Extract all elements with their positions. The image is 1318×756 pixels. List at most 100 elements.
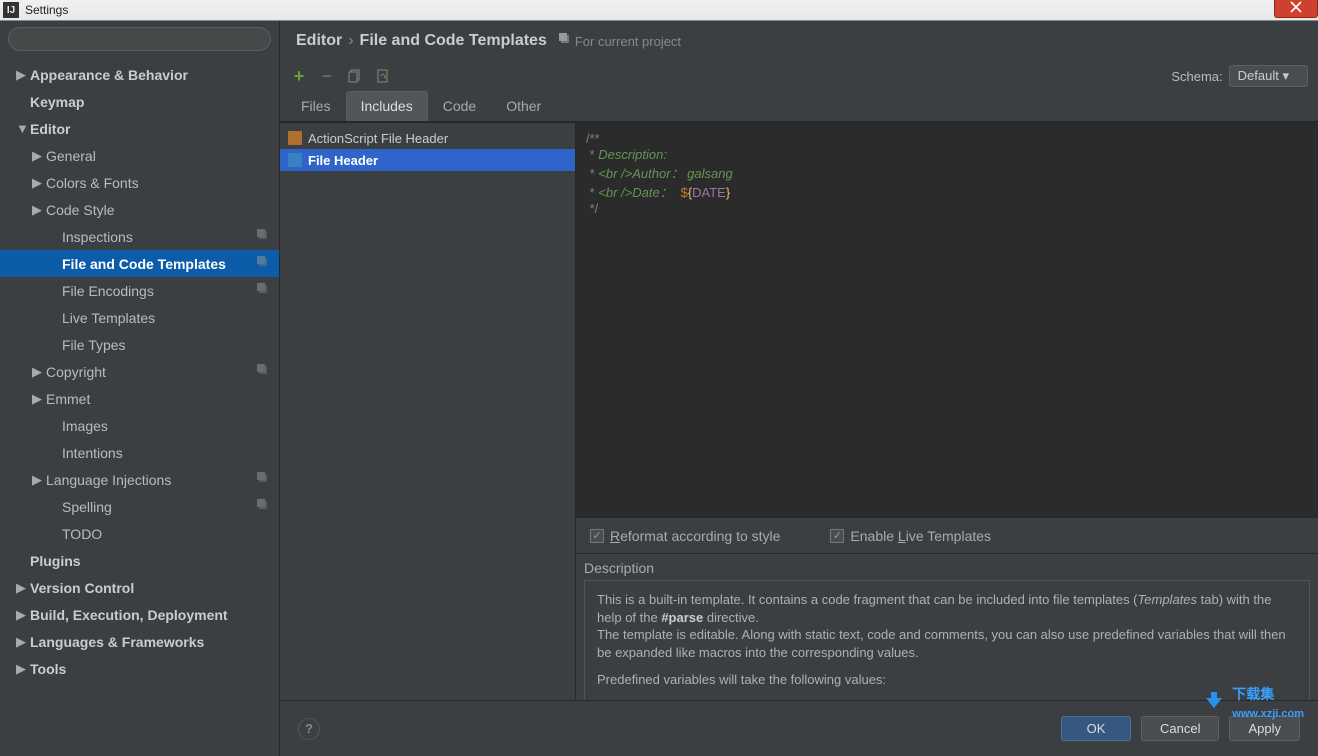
- tree-item[interactable]: ▼Editor: [0, 115, 279, 142]
- tree-item[interactable]: ▶Code Style: [0, 196, 279, 223]
- tree-item-label: TODO: [62, 526, 102, 542]
- tree-item[interactable]: ▶Copyright: [0, 358, 279, 385]
- tree-item-label: Spelling: [62, 499, 112, 515]
- settings-tree: ▶Appearance & BehaviorKeymap▼Editor▶Gene…: [0, 57, 279, 756]
- chevron-icon: ▶: [32, 472, 46, 488]
- cancel-button[interactable]: Cancel: [1141, 716, 1219, 741]
- chevron-icon: ▼: [16, 121, 30, 136]
- window-close-button[interactable]: [1274, 0, 1318, 18]
- tree-item-label: File Encodings: [62, 283, 154, 299]
- tree-item[interactable]: Spelling: [0, 493, 279, 520]
- tree-item[interactable]: ▶Language Injections: [0, 466, 279, 493]
- tree-item-label: Editor: [30, 121, 70, 137]
- chevron-icon: ▶: [16, 607, 30, 623]
- tree-item-label: Inspections: [62, 229, 133, 245]
- chevron-icon: ▶: [16, 580, 30, 596]
- scope-badge-icon: [257, 283, 269, 298]
- chevron-icon: ▶: [32, 202, 46, 218]
- breadcrumb-seg-2: File and Code Templates: [360, 32, 547, 50]
- chevron-icon: ▶: [32, 175, 46, 191]
- ok-button[interactable]: OK: [1061, 716, 1131, 741]
- tree-item[interactable]: Plugins: [0, 547, 279, 574]
- tree-item[interactable]: ▶Colors & Fonts: [0, 169, 279, 196]
- scope-icon: [559, 32, 571, 50]
- tree-item[interactable]: File and Code Templates: [0, 250, 279, 277]
- chevron-icon: ▶: [16, 634, 30, 650]
- reformat-checkbox[interactable]: Reformat according to style: [590, 528, 780, 544]
- tree-item[interactable]: ▶Tools: [0, 655, 279, 682]
- settings-content: Editor › File and Code Templates For cur…: [280, 21, 1318, 756]
- tree-item-label: File Types: [62, 337, 126, 353]
- checkbox-icon: [590, 529, 604, 543]
- tree-item-label: File and Code Templates: [62, 256, 226, 272]
- window-title: Settings: [25, 3, 68, 17]
- tab-code[interactable]: Code: [428, 91, 491, 121]
- template-item-label: ActionScript File Header: [308, 131, 448, 146]
- app-icon: IJ: [3, 2, 19, 18]
- template-list: ActionScript File Header File Header: [280, 123, 576, 756]
- file-icon: [288, 131, 302, 145]
- tree-item[interactable]: File Types: [0, 331, 279, 358]
- remove-template-icon[interactable]: −: [318, 67, 336, 85]
- tree-item-label: Version Control: [30, 580, 134, 596]
- tree-item[interactable]: Inspections: [0, 223, 279, 250]
- tab-includes[interactable]: Includes: [346, 91, 428, 121]
- refresh-template-icon[interactable]: [374, 67, 392, 85]
- tree-item[interactable]: ▶Languages & Frameworks: [0, 628, 279, 655]
- tree-item[interactable]: ▶Build, Execution, Deployment: [0, 601, 279, 628]
- chevron-icon: ▶: [32, 364, 46, 380]
- breadcrumb: Editor › File and Code Templates For cur…: [280, 21, 1318, 61]
- tree-item-label: Plugins: [30, 553, 81, 569]
- tree-item-label: Live Templates: [62, 310, 155, 326]
- tree-item-label: Appearance & Behavior: [30, 67, 188, 83]
- apply-button[interactable]: Apply: [1229, 716, 1300, 741]
- tree-item-label: Colors & Fonts: [46, 175, 139, 191]
- tree-item-label: Build, Execution, Deployment: [30, 607, 228, 623]
- file-icon: [288, 153, 302, 167]
- tree-item-label: General: [46, 148, 96, 164]
- chevron-icon: ▶: [16, 661, 30, 677]
- tree-item-label: Intentions: [62, 445, 123, 461]
- breadcrumb-seg-1: Editor: [296, 32, 342, 50]
- tree-item[interactable]: ▶Emmet: [0, 385, 279, 412]
- chevron-icon: ▶: [32, 148, 46, 164]
- tab-other[interactable]: Other: [491, 91, 556, 121]
- tree-item-label: Copyright: [46, 364, 106, 380]
- template-editor[interactable]: /** * Description: * <br />Author： galsa…: [576, 123, 1318, 517]
- schema-dropdown[interactable]: Default ▾: [1229, 65, 1308, 87]
- settings-sidebar: ▶Appearance & BehaviorKeymap▼Editor▶Gene…: [0, 21, 280, 756]
- tree-item-label: Images: [62, 418, 108, 434]
- scope-badge-icon: [257, 229, 269, 244]
- tree-item-label: Keymap: [30, 94, 84, 110]
- template-item-label: File Header: [308, 153, 378, 168]
- tree-item[interactable]: Images: [0, 412, 279, 439]
- scope-badge-icon: [257, 256, 269, 271]
- enable-live-templates-checkbox[interactable]: Enable Live Templates: [830, 528, 991, 544]
- tree-item[interactable]: ▶General: [0, 142, 279, 169]
- tree-item[interactable]: Keymap: [0, 88, 279, 115]
- schema-label: Schema:: [1171, 69, 1222, 84]
- copy-template-icon[interactable]: [346, 67, 364, 85]
- template-item[interactable]: ActionScript File Header: [280, 127, 575, 149]
- template-tabs: FilesIncludesCodeOther: [280, 91, 1318, 122]
- scope-badge-icon: [257, 364, 269, 379]
- tree-item[interactable]: TODO: [0, 520, 279, 547]
- tree-item-label: Code Style: [46, 202, 114, 218]
- help-button[interactable]: ?: [298, 718, 320, 740]
- tree-item-label: Emmet: [46, 391, 90, 407]
- tree-item-label: Language Injections: [46, 472, 171, 488]
- scope-badge-icon: [257, 472, 269, 487]
- tree-item-label: Tools: [30, 661, 66, 677]
- tree-item[interactable]: Live Templates: [0, 304, 279, 331]
- chevron-icon: ▶: [16, 67, 30, 83]
- template-item[interactable]: File Header: [280, 149, 575, 171]
- tree-item[interactable]: ▶Appearance & Behavior: [0, 61, 279, 88]
- dialog-footer: ? OK Cancel Apply: [280, 700, 1318, 756]
- breadcrumb-scope: For current project: [575, 34, 681, 49]
- tree-item[interactable]: Intentions: [0, 439, 279, 466]
- tree-item[interactable]: ▶Version Control: [0, 574, 279, 601]
- tab-files[interactable]: Files: [286, 91, 346, 121]
- tree-item[interactable]: File Encodings: [0, 277, 279, 304]
- settings-search-input[interactable]: [8, 27, 271, 51]
- add-template-icon[interactable]: +: [290, 67, 308, 85]
